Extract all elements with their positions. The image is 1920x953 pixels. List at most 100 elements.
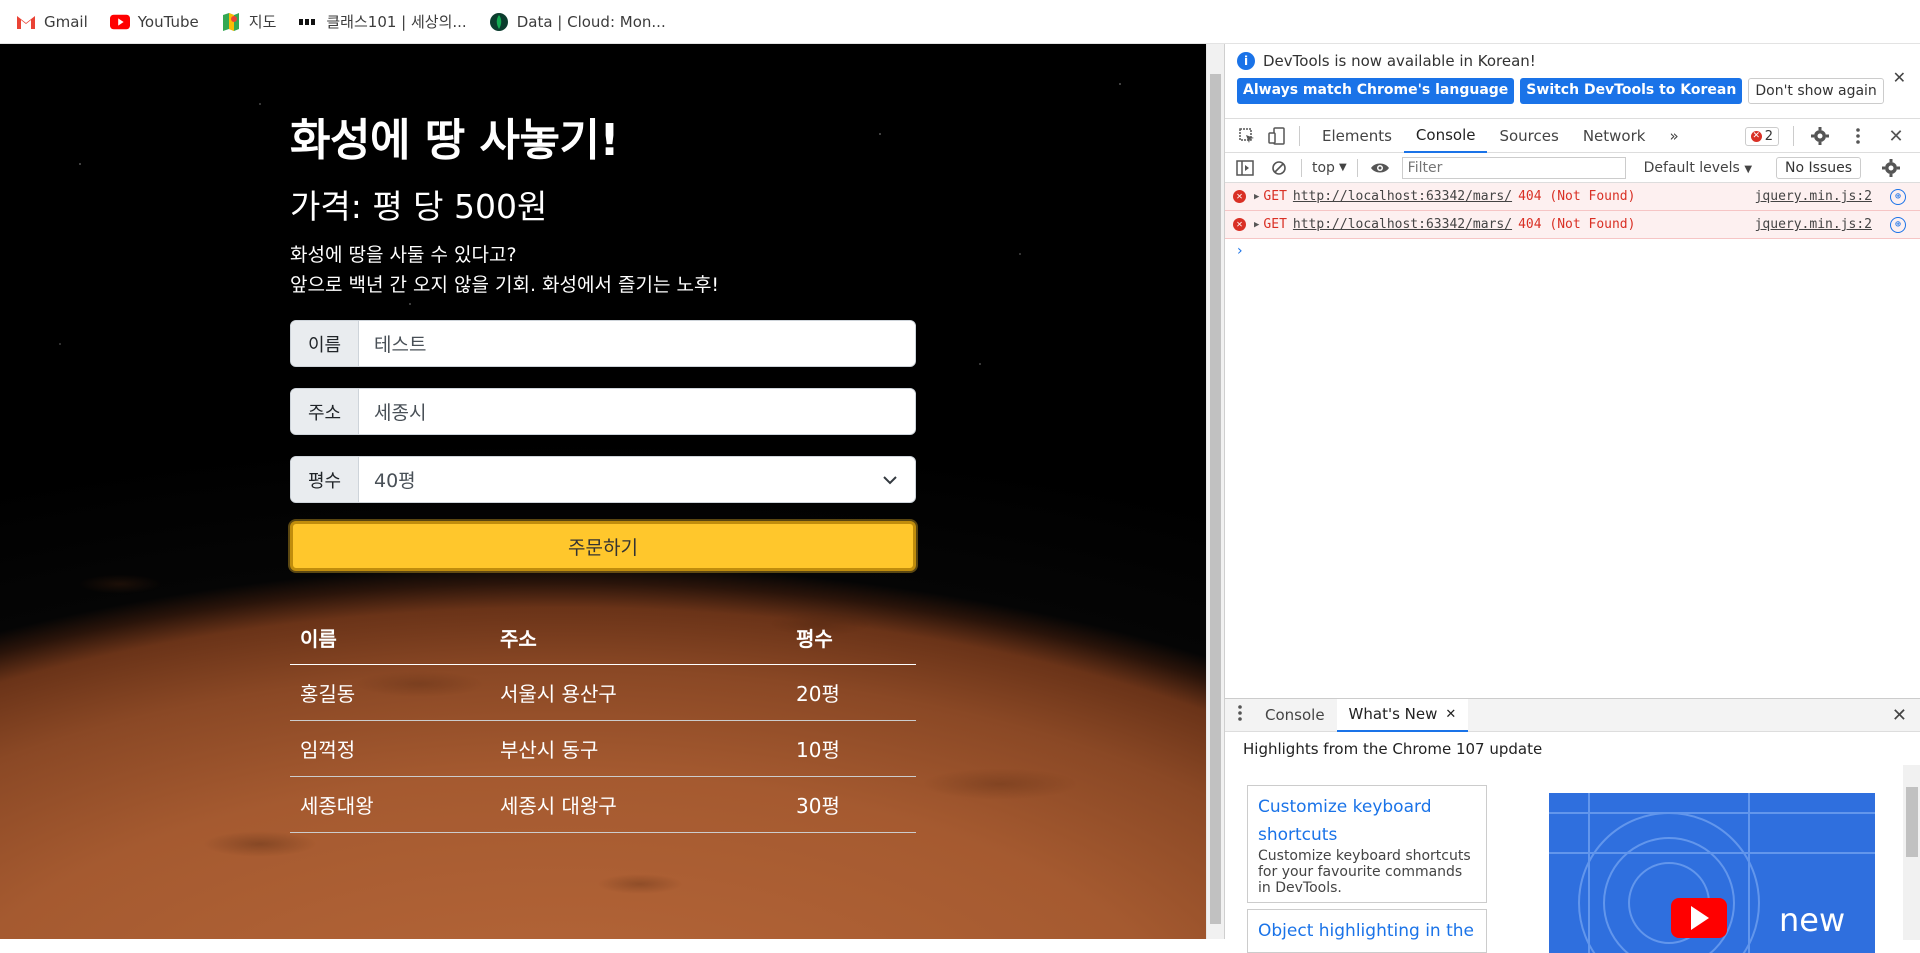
drawer-scrollbar[interactable]	[1903, 765, 1920, 940]
feature-card[interactable]: Object highlighting in the	[1247, 909, 1487, 953]
name-label: 이름	[291, 321, 359, 366]
address-input[interactable]: 세종시	[359, 389, 915, 434]
close-drawer-icon[interactable]: ✕	[1892, 705, 1907, 726]
infobar-buttons: Always match Chrome's language Switch De…	[1237, 78, 1908, 104]
globe-icon: ⊕	[1890, 216, 1906, 233]
size-select-group: 평수 40평	[290, 456, 916, 503]
drawer-tab-whats-new[interactable]: What's New ✕	[1336, 698, 1469, 732]
console-filter-input[interactable]	[1401, 156, 1626, 179]
divider	[1301, 158, 1302, 177]
console-settings-gear-icon[interactable]	[1879, 156, 1903, 180]
kebab-menu-icon[interactable]	[1237, 704, 1243, 726]
whats-new-promo-image[interactable]: new	[1549, 793, 1875, 953]
device-toolbar-icon[interactable]	[1265, 124, 1289, 148]
inspect-element-icon[interactable]	[1235, 124, 1259, 148]
error-count-badge[interactable]: ✕ 2	[1744, 126, 1779, 146]
console-error-entry[interactable]: ✕ ▶ GET http://localhost:63342/mars/ 404…	[1225, 183, 1920, 211]
issues-button[interactable]: No Issues	[1776, 156, 1862, 179]
page-scrollbar[interactable]	[1206, 44, 1224, 939]
scrollbar-thumb[interactable]	[1210, 74, 1221, 924]
feature-card-title[interactable]: Object highlighting in the	[1258, 916, 1476, 946]
bookmark-mongodb[interactable]: Data | Cloud: Mon...	[489, 12, 666, 32]
tab-elements[interactable]: Elements	[1310, 119, 1404, 153]
log-levels-dropdown[interactable]: Default levels ▼	[1644, 160, 1752, 176]
size-label: 평수	[291, 457, 359, 502]
dont-show-again-button[interactable]: Don't show again	[1748, 78, 1884, 104]
eye-icon[interactable]	[1368, 156, 1392, 180]
context-value: top	[1312, 159, 1335, 176]
bookmark-maps[interactable]: 지도	[221, 11, 276, 32]
bookmark-youtube[interactable]: YouTube	[109, 12, 199, 32]
name-input-group: 이름 테스트	[290, 320, 916, 367]
cell-name: 세종대왕	[290, 776, 490, 833]
description-line: 화성에 땅을 사둘 수 있다고?	[290, 244, 517, 266]
devtools-right-controls: ✕ 2 ✕	[1737, 124, 1908, 148]
match-language-button[interactable]: Always match Chrome's language	[1237, 78, 1515, 104]
address-input-group: 주소 세종시	[290, 388, 916, 435]
mongodb-icon	[489, 12, 509, 32]
scrollbar-thumb[interactable]	[1906, 787, 1918, 857]
close-devtools-icon[interactable]: ✕	[1884, 124, 1908, 148]
drawer-tab-console[interactable]: Console	[1253, 699, 1337, 732]
more-tabs-button[interactable]: »	[1657, 119, 1690, 153]
cell-name: 홍길동	[290, 664, 490, 721]
context-selector[interactable]: top ▼	[1312, 160, 1347, 176]
feature-card-title[interactable]: Customize keyboard	[1258, 792, 1476, 822]
tab-console[interactable]: Console	[1403, 119, 1488, 153]
tab-sources[interactable]: Sources	[1487, 119, 1570, 153]
log-status: 404 (Not Found)	[1518, 217, 1636, 232]
price-text: 가격: 평 당 500원	[290, 187, 548, 226]
log-url[interactable]: http://localhost:63342/mars/	[1293, 217, 1512, 232]
name-input[interactable]: 테스트	[359, 321, 915, 366]
log-method: GET	[1263, 217, 1287, 232]
kebab-menu-icon[interactable]	[1846, 124, 1870, 148]
size-select[interactable]: 40평	[359, 457, 865, 502]
order-button[interactable]: 주문하기	[290, 521, 916, 571]
cell-address: 부산시 동구	[490, 720, 786, 777]
expand-arrow-icon[interactable]: ▶	[1254, 192, 1259, 202]
bookmarks-bar: Gmail YouTube 지도 클래스101 | 세상의... Data | …	[0, 0, 1920, 44]
cell-size: 20평	[786, 664, 916, 721]
bookmark-label: 클래스101 | 세상의...	[326, 13, 467, 31]
log-levels-label: Default levels	[1643, 159, 1740, 176]
devtools-drawer: Console What's New ✕ ✕ Highlights from t…	[1225, 698, 1920, 953]
close-icon[interactable]: ✕	[1893, 68, 1906, 87]
address-label: 주소	[291, 389, 359, 434]
expand-arrow-icon[interactable]: ▶	[1254, 220, 1259, 230]
chevron-down-icon[interactable]	[865, 457, 915, 502]
cell-size: 30평	[786, 776, 916, 833]
devtools-panel: i DevTools is now available in Korean! A…	[1224, 44, 1920, 953]
drawer-tab-bar: Console What's New ✕ ✕	[1225, 698, 1920, 732]
close-tab-icon[interactable]: ✕	[1445, 707, 1456, 722]
log-source-link[interactable]: jquery.min.js:2	[1755, 217, 1872, 232]
language-infobar: i DevTools is now available in Korean! A…	[1225, 44, 1920, 119]
feature-card[interactable]: Customize keyboard shortcuts Customize k…	[1247, 785, 1487, 903]
gmail-icon	[16, 12, 36, 32]
gear-icon[interactable]	[1808, 124, 1832, 148]
sidebar-toggle-icon[interactable]	[1233, 156, 1257, 180]
table-row: 임꺽정 부산시 동구 10평	[290, 720, 916, 777]
error-icon: ✕	[1233, 190, 1246, 203]
devtools-tab-bar: Elements Console Sources Network » ✕ 2 ✕	[1225, 119, 1920, 153]
feature-card-title[interactable]: shortcuts	[1258, 822, 1476, 848]
whats-new-heading: Highlights from the Chrome 107 update	[1243, 740, 1543, 758]
table-row: 홍길동 서울시 용산구 20평	[290, 664, 916, 721]
log-url[interactable]: http://localhost:63342/mars/	[1293, 189, 1512, 204]
bookmark-gmail[interactable]: Gmail	[16, 12, 88, 32]
maps-icon	[221, 12, 241, 32]
orders-table: 이름 주소 평수 홍길동 서울시 용산구 20평 임꺽정 부산시 동구 10평 …	[290, 623, 916, 833]
error-count: 2	[1764, 128, 1773, 144]
infobar-message: i DevTools is now available in Korean!	[1237, 52, 1908, 70]
divider	[1793, 126, 1794, 146]
console-error-entry[interactable]: ✕ ▶ GET http://localhost:63342/mars/ 404…	[1225, 211, 1920, 239]
column-header-name: 이름	[290, 623, 490, 665]
switch-language-button[interactable]: Switch DevTools to Korean	[1520, 78, 1743, 104]
console-prompt[interactable]: ›	[1225, 239, 1920, 263]
clear-console-icon[interactable]	[1267, 156, 1291, 180]
description: 화성에 땅을 사둘 수 있다고? 앞으로 백년 간 오지 않을 기회. 화성에서…	[290, 240, 916, 300]
tab-network[interactable]: Network	[1571, 119, 1658, 153]
dropdown-arrow-icon: ▼	[1744, 163, 1753, 175]
console-toolbar: top ▼ Default levels ▼ No Issues	[1225, 153, 1920, 183]
bookmark-class101[interactable]: 클래스101 | 세상의...	[298, 11, 467, 32]
log-source-link[interactable]: jquery.min.js:2	[1755, 189, 1872, 204]
